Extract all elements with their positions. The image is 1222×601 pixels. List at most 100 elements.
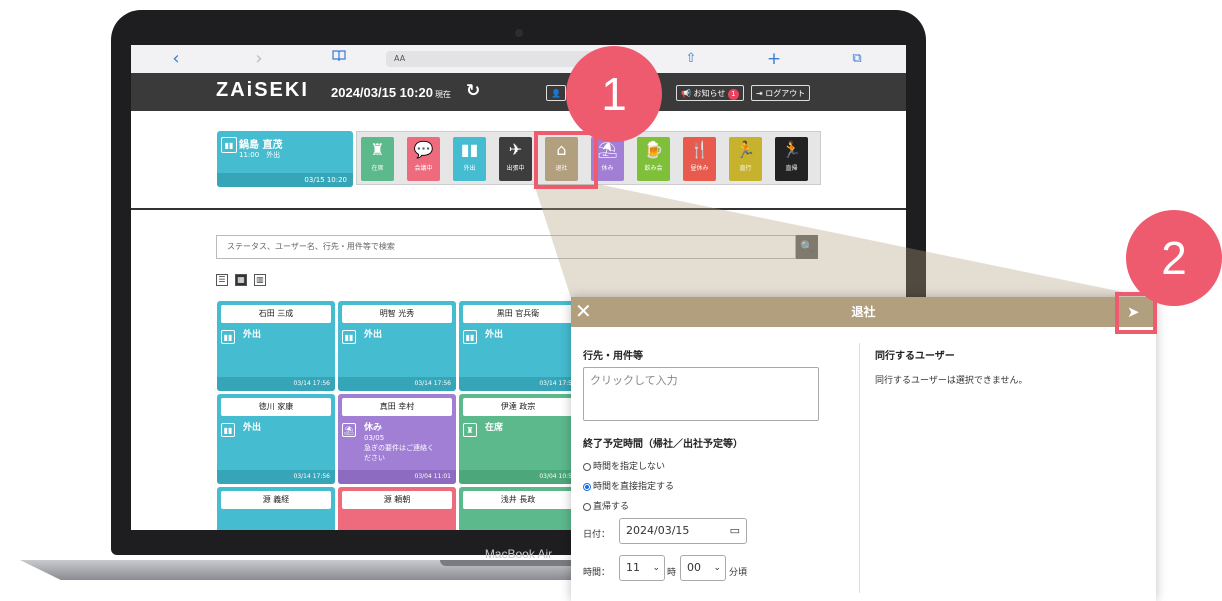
my-status-detail: 11:00 外出 — [239, 150, 280, 160]
status-button-trip[interactable]: ✈ 出張中 — [499, 137, 532, 181]
hour-value: 11 — [626, 561, 640, 574]
bookmarks-icon[interactable] — [329, 49, 349, 69]
view-grid-button[interactable]: ▦ — [235, 274, 247, 286]
user-status-label: 休み — [364, 423, 383, 433]
status-label: 外出 — [463, 165, 476, 172]
user-icon: 👤 — [551, 89, 561, 98]
meal-icon: 🍴 — [689, 140, 710, 159]
chat-icon: 💬 — [413, 140, 434, 159]
address-bar[interactable]: AA — [386, 51, 596, 67]
user-updated: 03/04 10:5 — [459, 470, 577, 484]
user-card[interactable]: 石田 三成 ▮▮ 外出 03/14 17:56 — [217, 301, 335, 391]
user-name: 真田 幸村 — [342, 398, 452, 416]
status-button-out[interactable]: ▮▮ 外出 — [453, 137, 486, 181]
seat-icon: ♜ — [370, 140, 385, 159]
user-updated: 03/14 17:56 — [338, 377, 456, 391]
user-status-note-cont: ださい — [364, 454, 385, 462]
user-name: 源 頼朝 — [342, 491, 452, 509]
user-card[interactable]: 徳川 家康 ▮▮ 外出 03/14 17:56 — [217, 394, 335, 484]
megaphone-icon: 📢 — [681, 89, 691, 98]
new-tab-button[interactable]: + — [764, 49, 784, 69]
my-status-updated: 03/15 10:20 — [217, 173, 353, 187]
section-divider — [131, 208, 906, 210]
walk-icon: ▮▮ — [221, 330, 235, 344]
walk-icon: ▮▮ — [460, 140, 479, 159]
view-compact-button[interactable]: ▥ — [254, 274, 266, 286]
logout-label: ログアウト — [765, 89, 806, 98]
logout-button[interactable]: ⇥ ログアウト — [751, 85, 811, 101]
my-time: 11:00 — [239, 151, 260, 159]
walk-icon: ▮▮ — [342, 330, 356, 344]
user-name: 浅井 長政 — [463, 491, 573, 509]
user-card[interactable]: 源 頼朝 — [338, 487, 456, 530]
share-icon[interactable]: ⇧ — [681, 49, 701, 69]
date-field[interactable]: 2024/03/15 ▭ — [619, 518, 747, 544]
user-menu-button[interactable]: 👤 — [546, 85, 566, 101]
option-direct-time[interactable]: 時間を直接指定する — [583, 479, 674, 492]
search-input[interactable]: ステータス、ユーザー名、行先・用件等で検索 — [216, 235, 796, 259]
user-status: 外出 — [364, 330, 383, 340]
user-status: 休み 03/05 急ぎの要件はご連絡く ださい — [364, 423, 434, 463]
callout-step-2: 2 — [1126, 210, 1222, 306]
my-status-card[interactable]: ▮▮ 鍋島 直茂 11:00 外出 03/15 10:20 — [217, 131, 353, 187]
walk-icon: ▮▮ — [463, 330, 477, 344]
user-status-date: 03/05 — [364, 434, 385, 442]
refresh-icon[interactable]: ↻ — [466, 81, 480, 101]
view-list-button[interactable]: ☰ — [216, 274, 228, 286]
option-go-home[interactable]: 直帰する — [583, 499, 629, 512]
user-name: 石田 三成 — [221, 305, 331, 323]
user-status: 外出 — [243, 423, 262, 433]
user-card[interactable]: 明智 光秀 ▮▮ 外出 03/14 17:56 — [338, 301, 456, 391]
destination-label: 行先・用件等 — [583, 351, 643, 362]
status-button-drinking[interactable]: 🍺 飲み会 — [637, 137, 670, 181]
app-header: ZAiSEKI 2024/03/15 10:20 現在 ↻ 👤 📢 お知らせ 1 … — [131, 73, 906, 111]
option-label: 時間を指定しない — [593, 462, 666, 472]
datetime-suffix: 現在 — [434, 90, 451, 99]
calendar-icon: ▭ — [729, 524, 740, 537]
user-card[interactable]: 真田 幸村 ⛱ 休み 03/05 急ぎの要件はご連絡く ださい 03/04 11… — [338, 394, 456, 484]
end-time-label: 終了予定時間（帰社／出社予定等） — [583, 439, 743, 450]
my-status-label: 外出 — [266, 151, 281, 159]
my-name: 鍋島 直茂 — [239, 140, 283, 151]
beer-icon: 🍺 — [643, 140, 664, 159]
status-button-direct-go[interactable]: 🏃 直行 — [729, 137, 762, 181]
tabs-icon[interactable]: ⧉ — [847, 49, 867, 69]
user-updated: 03/14 17:56 — [217, 470, 335, 484]
status-label: 飲み会 — [644, 165, 663, 172]
status-button-meeting[interactable]: 💬 会議中 — [407, 137, 440, 181]
minute-select[interactable]: 00 ⌄ — [680, 555, 726, 581]
option-no-time[interactable]: 時間を指定しない — [583, 459, 665, 472]
beach-icon: ⛱ — [342, 423, 356, 437]
status-label: 会議中 — [414, 165, 433, 172]
radio-button-selected[interactable] — [583, 482, 591, 491]
back-button[interactable]: ‹ — [166, 49, 186, 69]
user-status-note: 急ぎの要件はご連絡く — [364, 444, 434, 452]
dialog-title: 退社 — [851, 305, 876, 319]
user-card[interactable]: 源 義経 — [217, 487, 335, 530]
close-icon[interactable]: ✕ — [575, 299, 592, 323]
status-button-lunch[interactable]: 🍴 昼休み — [683, 137, 716, 181]
browser-toolbar: ‹ › AA ⇧ + ⧉ — [131, 45, 906, 74]
companion-text: 同行するユーザーは選択できません。 — [875, 376, 1028, 386]
status-button-zaiseki[interactable]: ♜ 在席 — [361, 137, 394, 181]
notice-button[interactable]: 📢 お知らせ 1 — [676, 85, 744, 101]
time-label: 時間： — [583, 568, 611, 578]
user-name: 伊達 政宗 — [463, 398, 573, 416]
hour-select[interactable]: 11 ⌄ — [619, 555, 665, 581]
user-name: 源 義経 — [221, 491, 331, 509]
forward-button[interactable]: › — [249, 49, 269, 69]
radio-button[interactable] — [583, 462, 591, 471]
user-card[interactable]: 浅井 長政 — [459, 487, 577, 530]
user-card[interactable]: 伊達 政宗 ♜ 在席 03/04 10:5 — [459, 394, 577, 484]
search-button[interactable]: 🔍 — [796, 235, 818, 259]
user-card[interactable]: 黒田 官兵衛 ▮▮ 外出 03/14 17:5 — [459, 301, 577, 391]
callout-step-1: 1 — [566, 46, 662, 142]
status-button-direct-home[interactable]: 🏃 直帰 — [775, 137, 808, 181]
user-name: 徳川 家康 — [221, 398, 331, 416]
destination-input[interactable]: クリックして入力 — [583, 367, 819, 421]
run-home-icon: 🏃 — [781, 140, 802, 159]
option-label: 時間を直接指定する — [593, 482, 675, 492]
user-updated: 03/14 17:5 — [459, 377, 577, 391]
walk-icon: ▮▮ — [221, 423, 235, 437]
radio-button[interactable] — [583, 502, 591, 511]
